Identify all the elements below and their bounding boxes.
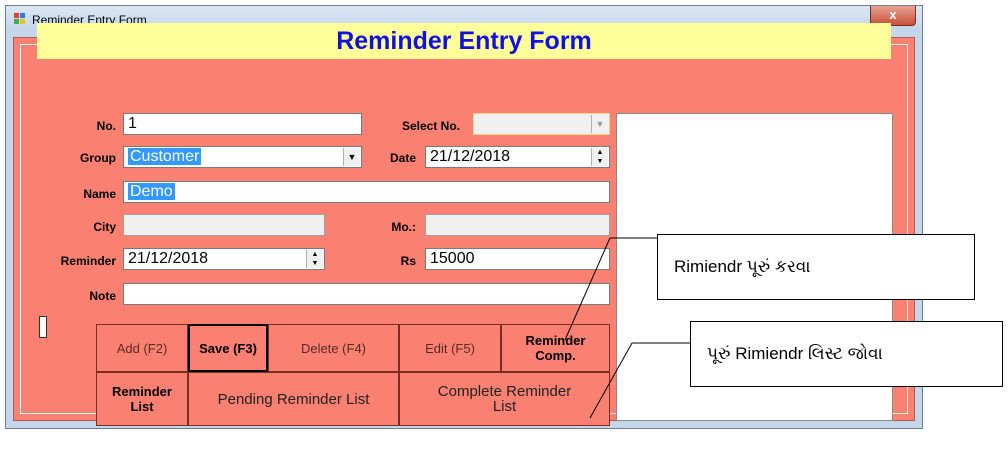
callout-line-1-d [564, 237, 611, 341]
callout-reminder-complete: Rimiendr પૂરું કરવા [657, 234, 975, 300]
callout-view-complete-list: પૂરું Rimiendr લિસ્ટ જોવા [690, 321, 1003, 387]
callout-line-2-d [589, 342, 633, 419]
